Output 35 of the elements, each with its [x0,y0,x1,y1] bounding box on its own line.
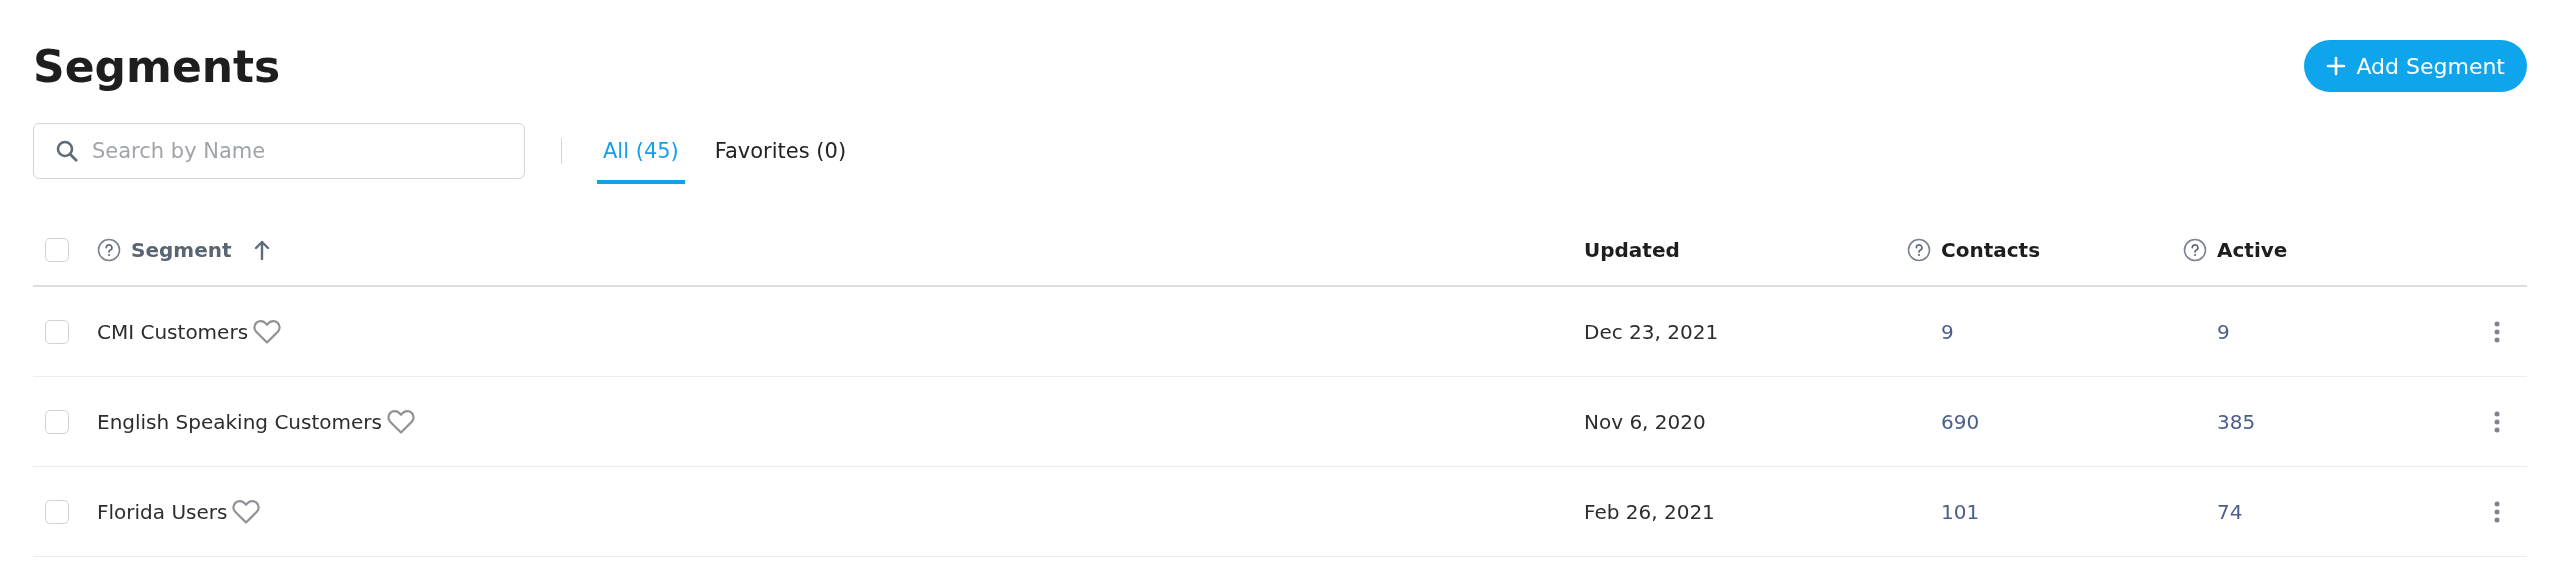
active-count: 385 [2216,409,2256,434]
select-all-checkbox[interactable] [45,238,69,262]
updated-date: Nov 6, 2020 [1584,409,1706,434]
column-header[interactable]: Contacts [1941,238,2041,262]
help-icon[interactable] [2183,238,2207,262]
help-icon[interactable] [97,238,121,262]
more-options-icon[interactable] [2493,500,2501,523]
segment-name[interactable]: Florida Users [97,499,228,524]
column-header[interactable]: Updated [1584,238,1680,262]
column-header[interactable]: Active [2217,238,2288,262]
page-title: Segments [33,40,281,92]
row-checkbox[interactable] [45,319,69,344]
contacts-count: 9 [1940,319,1954,344]
search-field[interactable]: Search by Name [33,123,525,179]
active-count: 9 [2216,319,2230,344]
help-icon[interactable] [1907,238,1931,262]
filter-tab[interactable]: Favorites (0) [708,122,853,184]
sort-arrow-icon[interactable] [253,239,270,261]
more-options-icon[interactable] [2493,410,2501,433]
segment-name[interactable]: CMI Customers [97,319,249,344]
row-checkbox[interactable] [45,409,69,434]
more-options-icon[interactable] [2493,320,2501,343]
contacts-count: 101 [1940,499,1980,524]
search-icon [55,139,79,163]
contacts-count: 690 [1940,409,1980,434]
updated-date: Feb 26, 2021 [1584,499,1715,524]
row-checkbox[interactable] [45,499,69,524]
updated-date: Dec 23, 2021 [1584,319,1719,344]
heart-icon[interactable] [385,408,416,435]
plus-icon [2326,56,2347,76]
heart-icon[interactable] [231,498,262,525]
column-header[interactable]: Segment [131,238,232,262]
segment-name[interactable]: English Speaking Customers [97,409,382,434]
active-count: 74 [2216,499,2243,524]
heart-icon[interactable] [252,318,283,345]
